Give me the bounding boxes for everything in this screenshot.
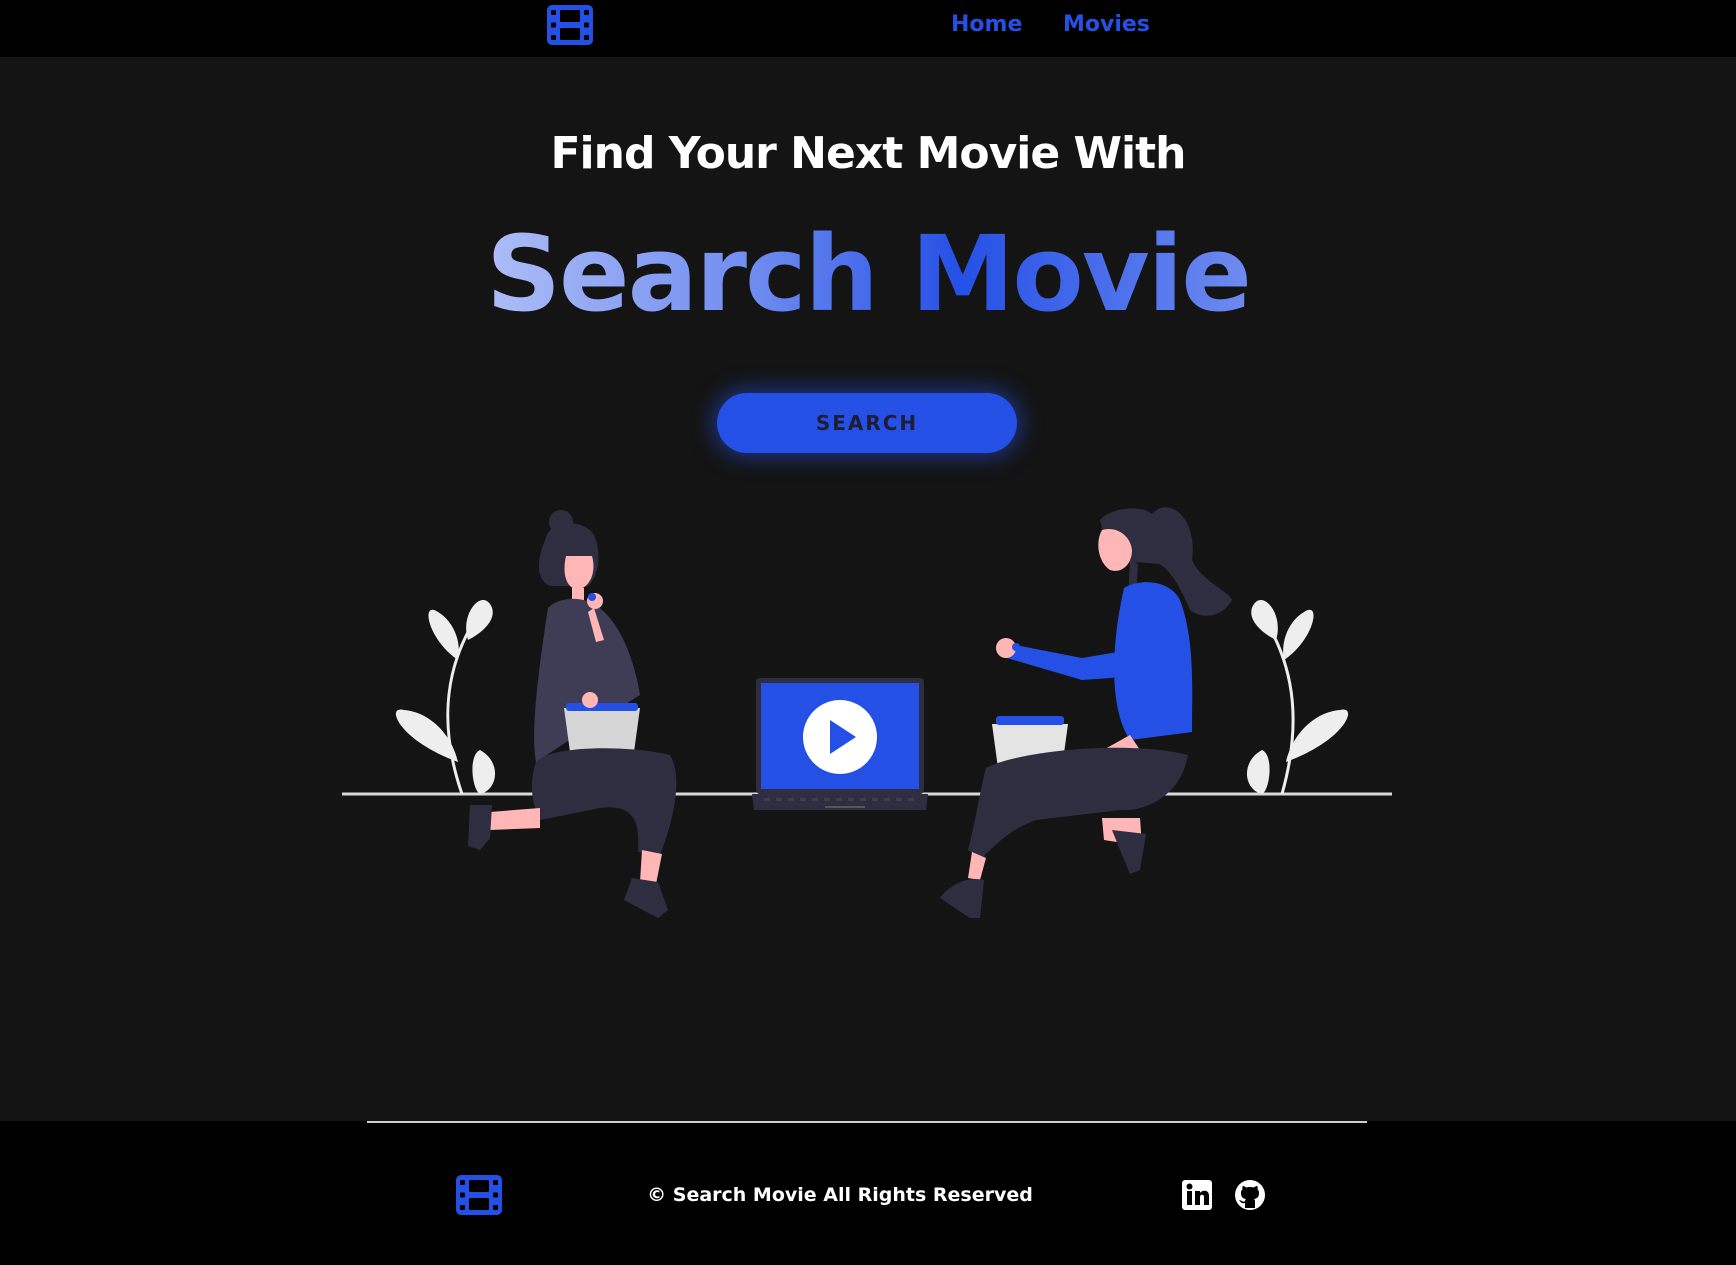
woman-left-figure <box>468 510 677 918</box>
footer-divider <box>367 1121 1367 1123</box>
plant-left-icon <box>395 599 496 795</box>
hero-subtitle: Find Your Next Movie With <box>550 128 1187 179</box>
hero-title: Search Movie <box>0 214 1736 334</box>
woman-right-figure <box>940 507 1232 918</box>
film-icon[interactable] <box>454 1173 504 1217</box>
linkedin-icon[interactable] <box>1180 1178 1214 1212</box>
plant-right-icon <box>1246 599 1349 795</box>
nav-home-link[interactable]: Home <box>951 10 1022 40</box>
search-button[interactable]: SEARCH <box>717 393 1017 453</box>
nav-movies-link[interactable]: Movies <box>1063 10 1150 40</box>
github-icon[interactable] <box>1233 1178 1267 1212</box>
copyright-text: © Search Movie All Rights Reserved <box>647 1184 1033 1206</box>
people-watching-movie-illustration <box>342 507 1392 918</box>
film-icon[interactable] <box>545 3 595 47</box>
hero-title-text: Search Movie <box>486 213 1252 335</box>
footer: © Search Movie All Rights Reserved <box>0 1121 1736 1265</box>
laptop-icon <box>752 678 928 810</box>
top-navbar: Home Movies <box>0 0 1736 57</box>
